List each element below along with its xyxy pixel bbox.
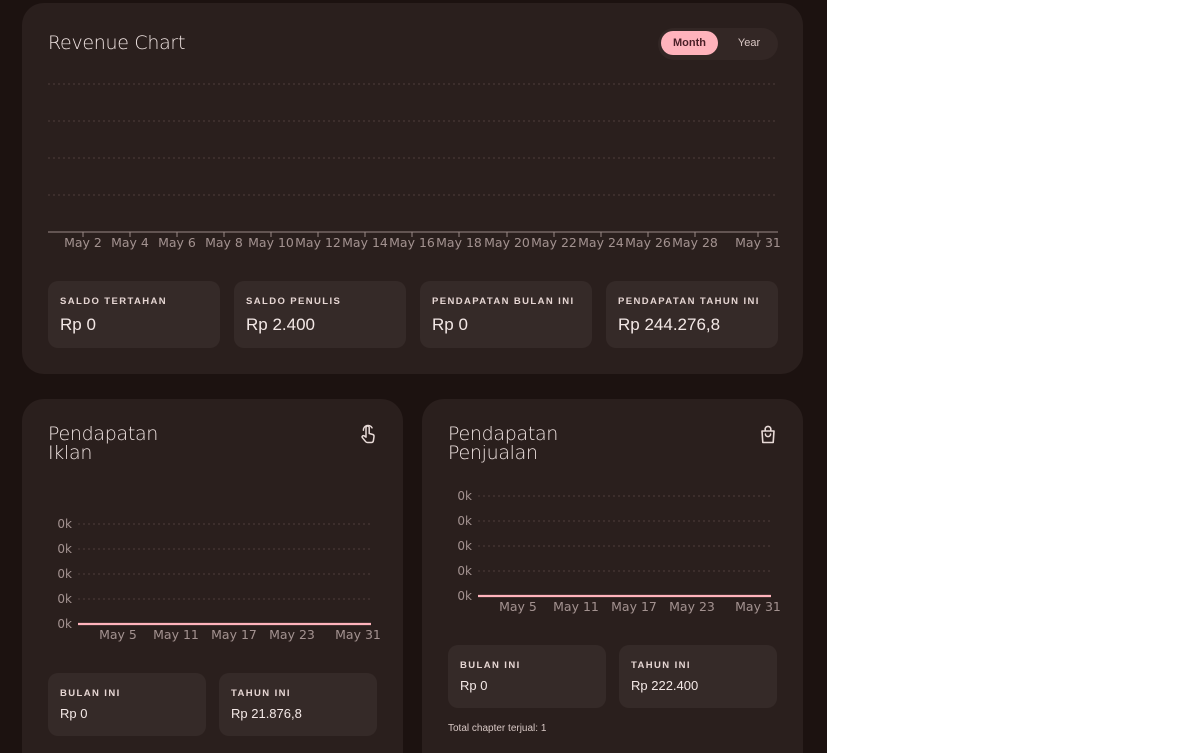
stat-value: Rp 0 <box>460 678 488 693</box>
x-tick-label: May 24 <box>578 235 624 250</box>
y-tick-label: 0k <box>57 567 72 581</box>
y-tick-label: 0k <box>457 514 472 528</box>
stat-label: TAHUN INI <box>231 688 291 699</box>
x-tick-label: May 17 <box>211 627 257 642</box>
x-tick-label: May 31 <box>735 235 781 250</box>
sales-stat-tahun-ini: TAHUN INI Rp 222.400 <box>619 645 777 708</box>
x-tick-label: May 26 <box>625 235 671 250</box>
sales-chart: 0k 0k 0k 0k 0k May 5 May 11 May 17 May 23 May 31 <box>457 489 781 614</box>
stat-value: Rp 244.276,8 <box>618 315 721 334</box>
stat-label: SALDO PENULIS <box>246 296 342 307</box>
x-tick-label: May 10 <box>248 235 294 250</box>
ads-stat-tahun-ini: TAHUN INI Rp 21.876,8 <box>219 673 377 736</box>
x-tick-label: May 28 <box>672 235 718 250</box>
stat-value: Rp 0 <box>432 315 468 334</box>
x-tick-label: May 5 <box>99 627 137 642</box>
stat-label: PENDAPATAN TAHUN INI <box>618 296 760 307</box>
stat-saldo-penulis: SALDO PENULIS Rp 2.400 <box>234 281 406 348</box>
total-chapters-sold: Total chapter terjual: 1 <box>448 723 547 734</box>
x-tick-label: May 8 <box>205 235 243 250</box>
stat-saldo-tertahan: SALDO TERTAHAN Rp 0 <box>48 281 220 348</box>
stat-value: Rp 0 <box>60 706 88 721</box>
x-tick-label: May 20 <box>484 235 530 250</box>
stat-value: Rp 222.400 <box>631 678 699 693</box>
ads-chart: 0k 0k 0k 0k 0k May 5 May 11 May 17 May 23 May 31 <box>57 517 381 642</box>
stat-value: Rp 21.876,8 <box>231 706 302 721</box>
x-tick-label: May 2 <box>64 235 102 250</box>
stat-value: Rp 0 <box>60 315 96 334</box>
y-tick-label: 0k <box>57 617 72 631</box>
y-tick-label: 0k <box>457 589 472 603</box>
y-tick-label: 0k <box>57 592 72 606</box>
dashboard: Revenue Chart Month Year May 2 May 4 May 6… <box>0 0 827 753</box>
sales-revenue-card: Pendapatan Penjualan 0k 0k 0k 0k 0k May 5 May … <box>422 399 803 753</box>
x-tick-label: May 22 <box>531 235 577 250</box>
stat-label: BULAN INI <box>60 688 121 699</box>
x-tick-label: May 16 <box>389 235 435 250</box>
x-tick-label: May 6 <box>158 235 196 250</box>
x-tick-label: May 31 <box>735 599 781 614</box>
x-tick-label: May 11 <box>553 599 599 614</box>
x-tick-label: May 23 <box>269 627 315 642</box>
y-tick-label: 0k <box>457 539 472 553</box>
x-tick-label: May 17 <box>611 599 657 614</box>
revenue-card: Revenue Chart Month Year May 2 May 4 May 6… <box>22 3 803 374</box>
stat-label: SALDO TERTAHAN <box>60 296 168 307</box>
x-tick-label: May 14 <box>342 235 388 250</box>
stat-pendapatan-tahun-ini: PENDAPATAN TAHUN INI Rp 244.276,8 <box>606 281 778 348</box>
x-tick-label: May 5 <box>499 599 537 614</box>
revenue-chart: May 2 May 4 May 6 May 8 May 10 May 12 May 14 Ma… <box>48 83 781 250</box>
x-tick-label: May 4 <box>111 235 149 250</box>
x-tick-label: May 31 <box>335 627 381 642</box>
ads-stat-bulan-ini: BULAN INI Rp 0 <box>48 673 206 736</box>
x-tick-label: May 12 <box>295 235 341 250</box>
y-tick-label: 0k <box>57 517 72 531</box>
x-tick-label: May 11 <box>153 627 199 642</box>
stat-label: PENDAPATAN BULAN INI <box>432 296 575 307</box>
ads-revenue-card: Pendapatan Iklan 0k 0k 0k 0k 0k May 5 May 11 Ma… <box>22 399 403 753</box>
x-tick-label: May 23 <box>669 599 715 614</box>
sales-stat-bulan-ini: BULAN INI Rp 0 <box>448 645 606 708</box>
y-tick-label: 0k <box>457 564 472 578</box>
x-tick-label: May 18 <box>436 235 482 250</box>
stat-label: TAHUN INI <box>631 660 691 671</box>
stat-pendapatan-bulan-ini: PENDAPATAN BULAN INI Rp 0 <box>420 281 592 348</box>
y-tick-label: 0k <box>57 542 72 556</box>
y-tick-label: 0k <box>457 489 472 503</box>
stat-label: BULAN INI <box>460 660 521 671</box>
stat-value: Rp 2.400 <box>246 315 315 334</box>
